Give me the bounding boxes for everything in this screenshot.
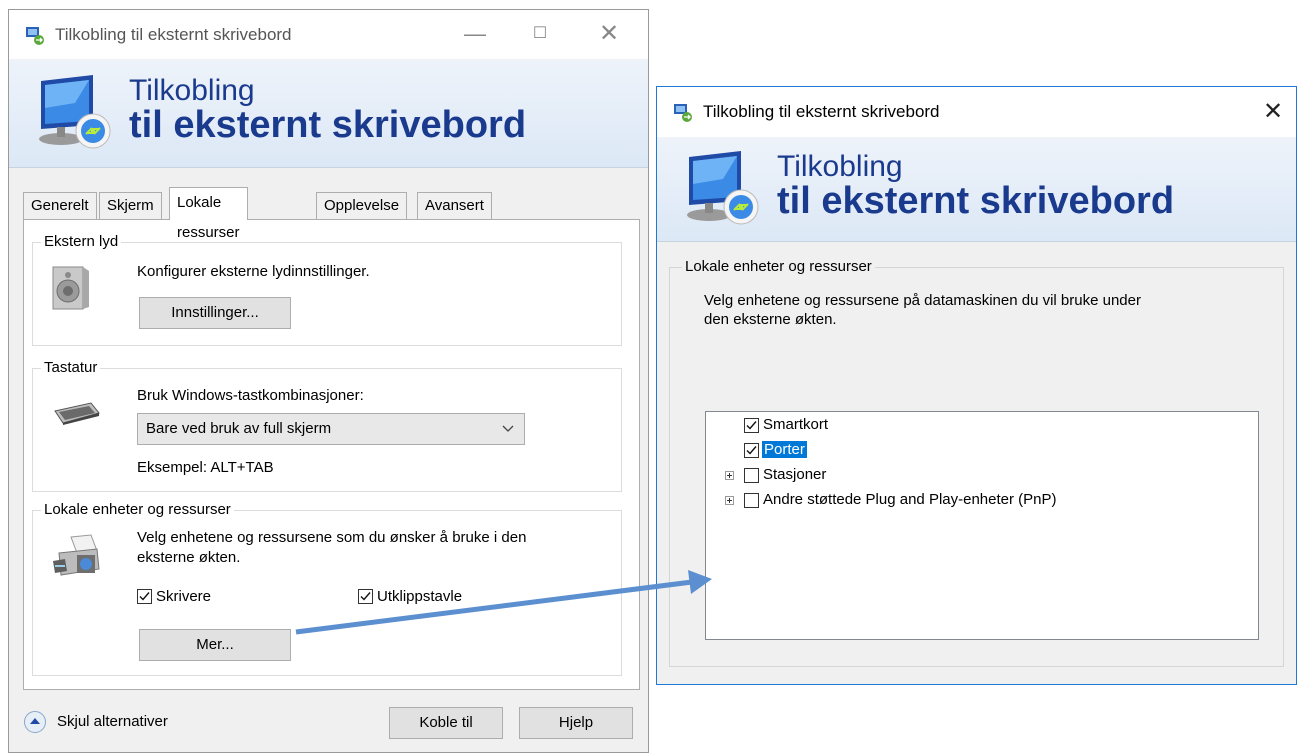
annotation-arrow (295, 570, 712, 635)
tab-lokale-ressurser[interactable]: Lokale ressurser (169, 187, 248, 241)
